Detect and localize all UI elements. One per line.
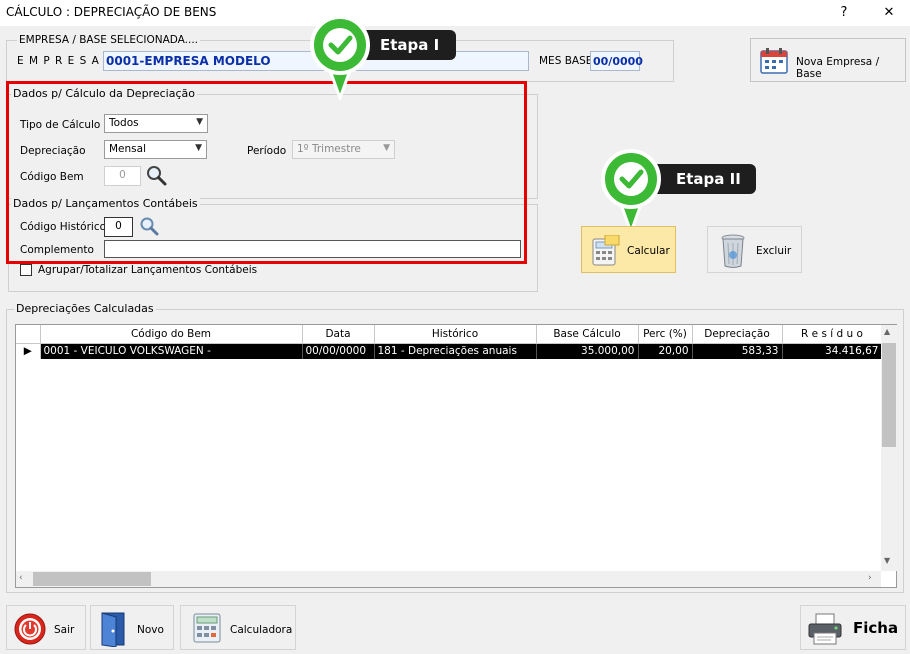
printer-icon — [807, 613, 843, 645]
scroll-left-icon[interactable]: ‹ — [19, 573, 23, 583]
lancamentos-group-title: Dados p/ Lançamentos Contábeis — [11, 197, 200, 210]
calculadora-label: Calculadora — [230, 624, 293, 636]
grid-header-depreciacao[interactable]: Depreciação — [692, 325, 783, 344]
chevron-down-icon: ▼ — [195, 143, 202, 153]
tipo-calculo-label: Tipo de Cálculo — [20, 119, 101, 131]
grid-header-residuo[interactable]: R e s í d u o — [782, 325, 883, 344]
cell-codigo: 0001 - VEICULO VOLKSWAGEN - — [40, 343, 303, 359]
calculadora-button[interactable]: Calculadora — [180, 605, 296, 650]
tipo-calculo-select[interactable]: Todos ▼ — [104, 114, 208, 133]
chevron-down-icon: ▼ — [196, 117, 203, 127]
scroll-down-icon[interactable]: ▼ — [884, 556, 890, 565]
novo-label: Novo — [137, 624, 164, 636]
grid-header-codigo[interactable]: Código do Bem — [40, 325, 303, 344]
row-pointer-icon: ▶ — [16, 343, 41, 359]
search-icon[interactable] — [139, 216, 160, 237]
scroll-right-icon[interactable]: › — [868, 573, 872, 583]
nova-empresa-button[interactable]: Nova Empresa / Base — [750, 38, 906, 82]
empresa-section-label: EMPRESA / BASE SELECIONADA.... — [17, 34, 200, 46]
agrupar-checkbox[interactable] — [20, 264, 32, 276]
complemento-input[interactable] — [104, 240, 521, 258]
cell-data: 00/00/0000 — [302, 343, 375, 359]
depreciacao-label: Depreciação — [20, 145, 86, 157]
grid-group-title: Depreciações Calculadas — [14, 302, 156, 315]
periodo-label: Período — [247, 145, 287, 157]
calculator-icon — [591, 234, 621, 267]
horizontal-scroll-thumb[interactable] — [33, 572, 151, 586]
codigo-historico-input[interactable]: 0 — [104, 217, 133, 237]
cell-base: 35.000,00 — [536, 343, 639, 359]
vertical-scroll-thumb[interactable] — [882, 343, 896, 447]
calculo-group-title: Dados p/ Cálculo da Depreciação — [11, 87, 197, 100]
ficha-button[interactable]: Ficha — [800, 605, 906, 650]
periodo-select[interactable]: 1º Trimestre ▼ — [292, 140, 395, 159]
help-button[interactable]: ? — [833, 3, 855, 23]
chevron-down-icon: ▼ — [383, 143, 390, 153]
window-title: CÁLCULO : DEPRECIAÇÃO DE BENS — [6, 5, 217, 19]
etapa2-marker — [598, 148, 664, 237]
title-bar: CÁLCULO : DEPRECIAÇÃO DE BENS ? ✕ — [0, 0, 910, 26]
codigo-historico-label: Código Histórico — [20, 221, 107, 233]
trash-icon — [720, 233, 746, 269]
door-icon — [100, 611, 126, 648]
sair-label: Sair — [54, 624, 75, 636]
vertical-scrollbar[interactable]: ▲ ▼ — [881, 325, 897, 571]
calculator-icon — [191, 612, 223, 644]
cell-residuo: 34.416,67 — [782, 343, 883, 359]
excluir-button[interactable]: Excluir — [707, 226, 802, 273]
grid-header-row: Código do Bem Data Histórico Base Cálcul… — [16, 325, 883, 344]
ficha-label: Ficha — [853, 619, 899, 637]
agrupar-label: Agrupar/Totalizar Lançamentos Contábeis — [38, 264, 258, 276]
excluir-label: Excluir — [756, 245, 792, 257]
grid-header-historico[interactable]: Histórico — [374, 325, 537, 344]
depreciacao-select[interactable]: Mensal ▼ — [104, 140, 207, 159]
check-icon — [330, 38, 342, 50]
power-icon — [14, 613, 46, 645]
nova-empresa-label: Nova Empresa / Base — [796, 56, 880, 80]
codigo-bem-label: Código Bem — [20, 171, 84, 183]
scroll-up-icon[interactable]: ▲ — [884, 327, 890, 336]
cell-perc: 20,00 — [638, 343, 693, 359]
depreciacao-value: Mensal — [109, 143, 146, 155]
codigo-bem-input[interactable]: 0 — [104, 166, 141, 186]
complemento-label: Complemento — [20, 244, 94, 256]
cell-historico: 181 - Depreciações anuais — [374, 343, 537, 359]
grid-header-perc[interactable]: Perc (%) — [638, 325, 693, 344]
calendar-icon — [760, 48, 788, 74]
calcular-button[interactable]: Calcular — [581, 226, 676, 273]
tipo-calculo-value: Todos — [109, 117, 139, 129]
grid-header-indicator — [16, 325, 41, 344]
etapa1-marker — [307, 14, 373, 103]
close-button[interactable]: ✕ — [878, 3, 900, 23]
mes-base-label: MES BASE — [539, 55, 593, 67]
novo-button[interactable]: Novo — [90, 605, 174, 650]
mes-base-value: 00/0000 — [590, 51, 643, 71]
grid-header-base[interactable]: Base Cálculo — [536, 325, 639, 344]
empresa-label: E M P R E S A — [17, 55, 100, 67]
grid-header-data[interactable]: Data — [302, 325, 375, 344]
depreciacoes-grid: Código do Bem Data Histórico Base Cálcul… — [15, 324, 897, 588]
search-icon[interactable] — [146, 165, 168, 187]
sair-button[interactable]: Sair — [6, 605, 86, 650]
cell-depreciacao: 583,33 — [692, 343, 783, 359]
horizontal-scrollbar[interactable]: ‹ › — [16, 571, 881, 587]
grid-table: Código do Bem Data Histórico Base Cálcul… — [16, 325, 883, 359]
calcular-label: Calcular — [627, 245, 670, 257]
table-row[interactable]: ▶ 0001 - VEICULO VOLKSWAGEN - 00/00/0000… — [16, 343, 883, 359]
periodo-value: 1º Trimestre — [297, 143, 361, 155]
